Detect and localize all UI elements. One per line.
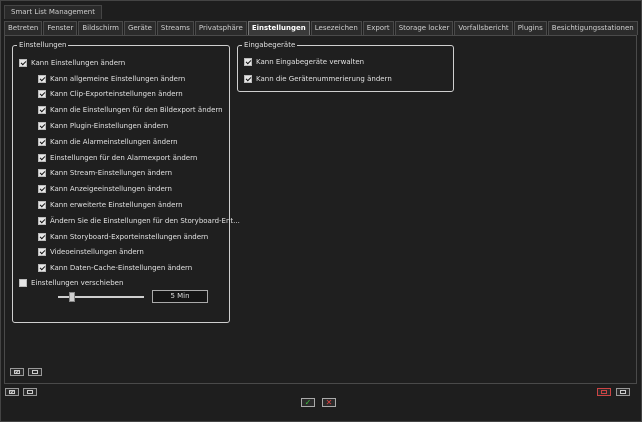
permission-checkbox[interactable] <box>38 216 46 225</box>
permission-label: Kann die Alarmeinstellungen ändern <box>50 137 178 146</box>
window-frame: Smart List Management Betreten Fenster Bil… <box>0 0 642 422</box>
device-permission-checkbox[interactable] <box>244 74 252 83</box>
restore-defaults-button[interactable] <box>597 388 611 396</box>
tab-10[interactable]: Vorfallsbericht <box>454 21 513 35</box>
permission-row[interactable]: Kann allgemeine Einstellungen ändern <box>38 73 185 84</box>
tab-8[interactable]: Export <box>362 21 394 35</box>
master-permission-label: Kann Einstellungen ändern <box>31 58 126 67</box>
permission-row[interactable]: Kann Daten-Cache-Einstellungen ändern <box>38 263 192 274</box>
device-permission-row[interactable]: Kann Eingabegeräte verwalten <box>244 56 364 67</box>
permission-label: Kann erweiterte Einstellungen ändern <box>50 200 183 209</box>
permission-checkbox[interactable] <box>38 232 46 241</box>
device-permission-checkbox[interactable] <box>244 57 252 66</box>
permission-checkbox[interactable] <box>38 200 46 209</box>
tab-6[interactable]: Einstellungen <box>247 21 310 35</box>
permission-row[interactable]: Kann Plugin-Einstellungen ändern <box>38 120 168 131</box>
permission-checkbox[interactable] <box>38 106 46 115</box>
permission-label: Ändern Sie die Einstellungen für den Sto… <box>50 216 240 225</box>
permission-row[interactable]: Videoeinstellungen ändern <box>38 247 144 258</box>
tab-5[interactable]: Privatsphäre <box>194 21 247 35</box>
tab-bar: Betreten Fenster Bildschirm Geräte Streams Pr… <box>4 21 639 35</box>
permission-row[interactable]: Kann Clip-Exporteinstellungen ändern <box>38 89 183 100</box>
tab-12[interactable]: Besichtigungsstationen <box>547 21 638 35</box>
permission-label: Kann Stream-Einstellungen ändern <box>50 169 173 178</box>
tab-7[interactable]: Lesezeichen <box>310 21 362 35</box>
permission-row[interactable]: Kann erweiterte Einstellungen ändern <box>38 199 183 210</box>
tab-9[interactable]: Storage locker <box>394 21 454 35</box>
permission-checkbox[interactable] <box>38 264 46 273</box>
check-all-icon <box>14 370 20 374</box>
permission-checkbox[interactable] <box>38 185 46 194</box>
permission-checkbox[interactable] <box>38 137 46 146</box>
select-all-button[interactable] <box>10 368 24 376</box>
tab-1[interactable]: Fenster <box>43 21 78 35</box>
master-permission-row[interactable]: Kann Einstellungen ändern <box>19 57 125 68</box>
master-permission-checkbox[interactable] <box>19 58 27 67</box>
tab-11[interactable]: Plugins <box>513 21 547 35</box>
settings-group: Einstellungen Kann Einstellungen ändern … <box>12 41 240 323</box>
global-select-all-button[interactable] <box>5 388 19 396</box>
devices-group-title: Eingabegeräte <box>242 41 298 50</box>
check-all-icon <box>9 390 15 394</box>
permission-label: Kann Daten-Cache-Einstellungen ändern <box>50 264 193 273</box>
permission-label: Kann allgemeine Einstellungen ändern <box>50 74 186 83</box>
tab-content: Einstellungen Kann Einstellungen ändern … <box>4 35 637 384</box>
shift-value-field[interactable]: 5 Min <box>152 290 208 303</box>
permission-checkbox[interactable] <box>38 90 46 99</box>
window-title: Smart List Management <box>4 5 102 19</box>
copy-settings-button[interactable] <box>616 388 630 396</box>
ok-button[interactable]: ✓ <box>301 398 315 407</box>
permission-checkbox[interactable] <box>38 121 46 130</box>
copy-icon <box>620 390 626 394</box>
permission-checkbox[interactable] <box>38 74 46 83</box>
permission-row[interactable]: Kann Anzeigeeinstellungen ändern <box>38 184 172 195</box>
global-select-none-button[interactable] <box>23 388 37 396</box>
uncheck-all-icon <box>32 370 38 374</box>
tab-2[interactable]: Bildschirm <box>78 21 123 35</box>
device-permission-row[interactable]: Kann die Gerätenummerierung ändern <box>244 73 392 84</box>
permission-checkbox[interactable] <box>38 169 46 178</box>
select-none-button[interactable] <box>28 368 42 376</box>
permission-row[interactable]: Kann die Einstellungen für den Bildexpor… <box>38 105 223 116</box>
permission-row[interactable]: Einstellungen für den Alarmexport ändern <box>38 152 197 163</box>
checkmark-icon: ✓ <box>304 398 312 407</box>
tab-0[interactable]: Betreten <box>4 21 43 35</box>
restore-icon <box>601 390 607 394</box>
x-icon: ✕ <box>325 398 333 407</box>
uncheck-all-icon <box>27 390 33 394</box>
permission-row[interactable]: Kann Stream-Einstellungen ändern <box>38 168 172 179</box>
shift-settings-label: Einstellungen verschieben <box>31 278 124 287</box>
shift-settings-checkbox[interactable] <box>19 278 27 287</box>
permission-checkbox[interactable] <box>38 248 46 257</box>
permission-label: Kann Plugin-Einstellungen ändern <box>50 121 169 130</box>
permission-label: Kann die Einstellungen für den Bildexpor… <box>50 106 223 115</box>
permission-label: Kann Clip-Exporteinstellungen ändern <box>50 90 183 99</box>
device-permission-label: Kann Eingabegeräte verwalten <box>256 57 365 66</box>
tab-4[interactable]: Streams <box>156 21 194 35</box>
permission-row[interactable]: Kann Storyboard-Exporteinstellungen ände… <box>38 231 208 242</box>
shift-slider-thumb[interactable] <box>69 292 76 302</box>
permission-label: Einstellungen für den Alarmexport ändern <box>50 153 198 162</box>
devices-group: Eingabegeräte Kann Eingabegeräte verwalt… <box>237 41 454 92</box>
permission-checkbox[interactable] <box>38 153 46 162</box>
permission-label: Videoeinstellungen ändern <box>50 248 144 257</box>
tab-3[interactable]: Geräte <box>123 21 156 35</box>
permission-row[interactable]: Kann die Alarmeinstellungen ändern <box>38 136 178 147</box>
permission-label: Kann Anzeigeeinstellungen ändern <box>50 185 172 194</box>
settings-group-title: Einstellungen <box>17 41 69 50</box>
cancel-button[interactable]: ✕ <box>322 398 336 407</box>
permission-label: Kann Storyboard-Exporteinstellungen ände… <box>50 232 209 241</box>
device-permission-label: Kann die Gerätenummerierung ändern <box>256 74 392 83</box>
permission-row[interactable]: Ändern Sie die Einstellungen für den Sto… <box>38 215 240 226</box>
shift-settings-row[interactable]: Einstellungen verschieben <box>19 277 123 288</box>
